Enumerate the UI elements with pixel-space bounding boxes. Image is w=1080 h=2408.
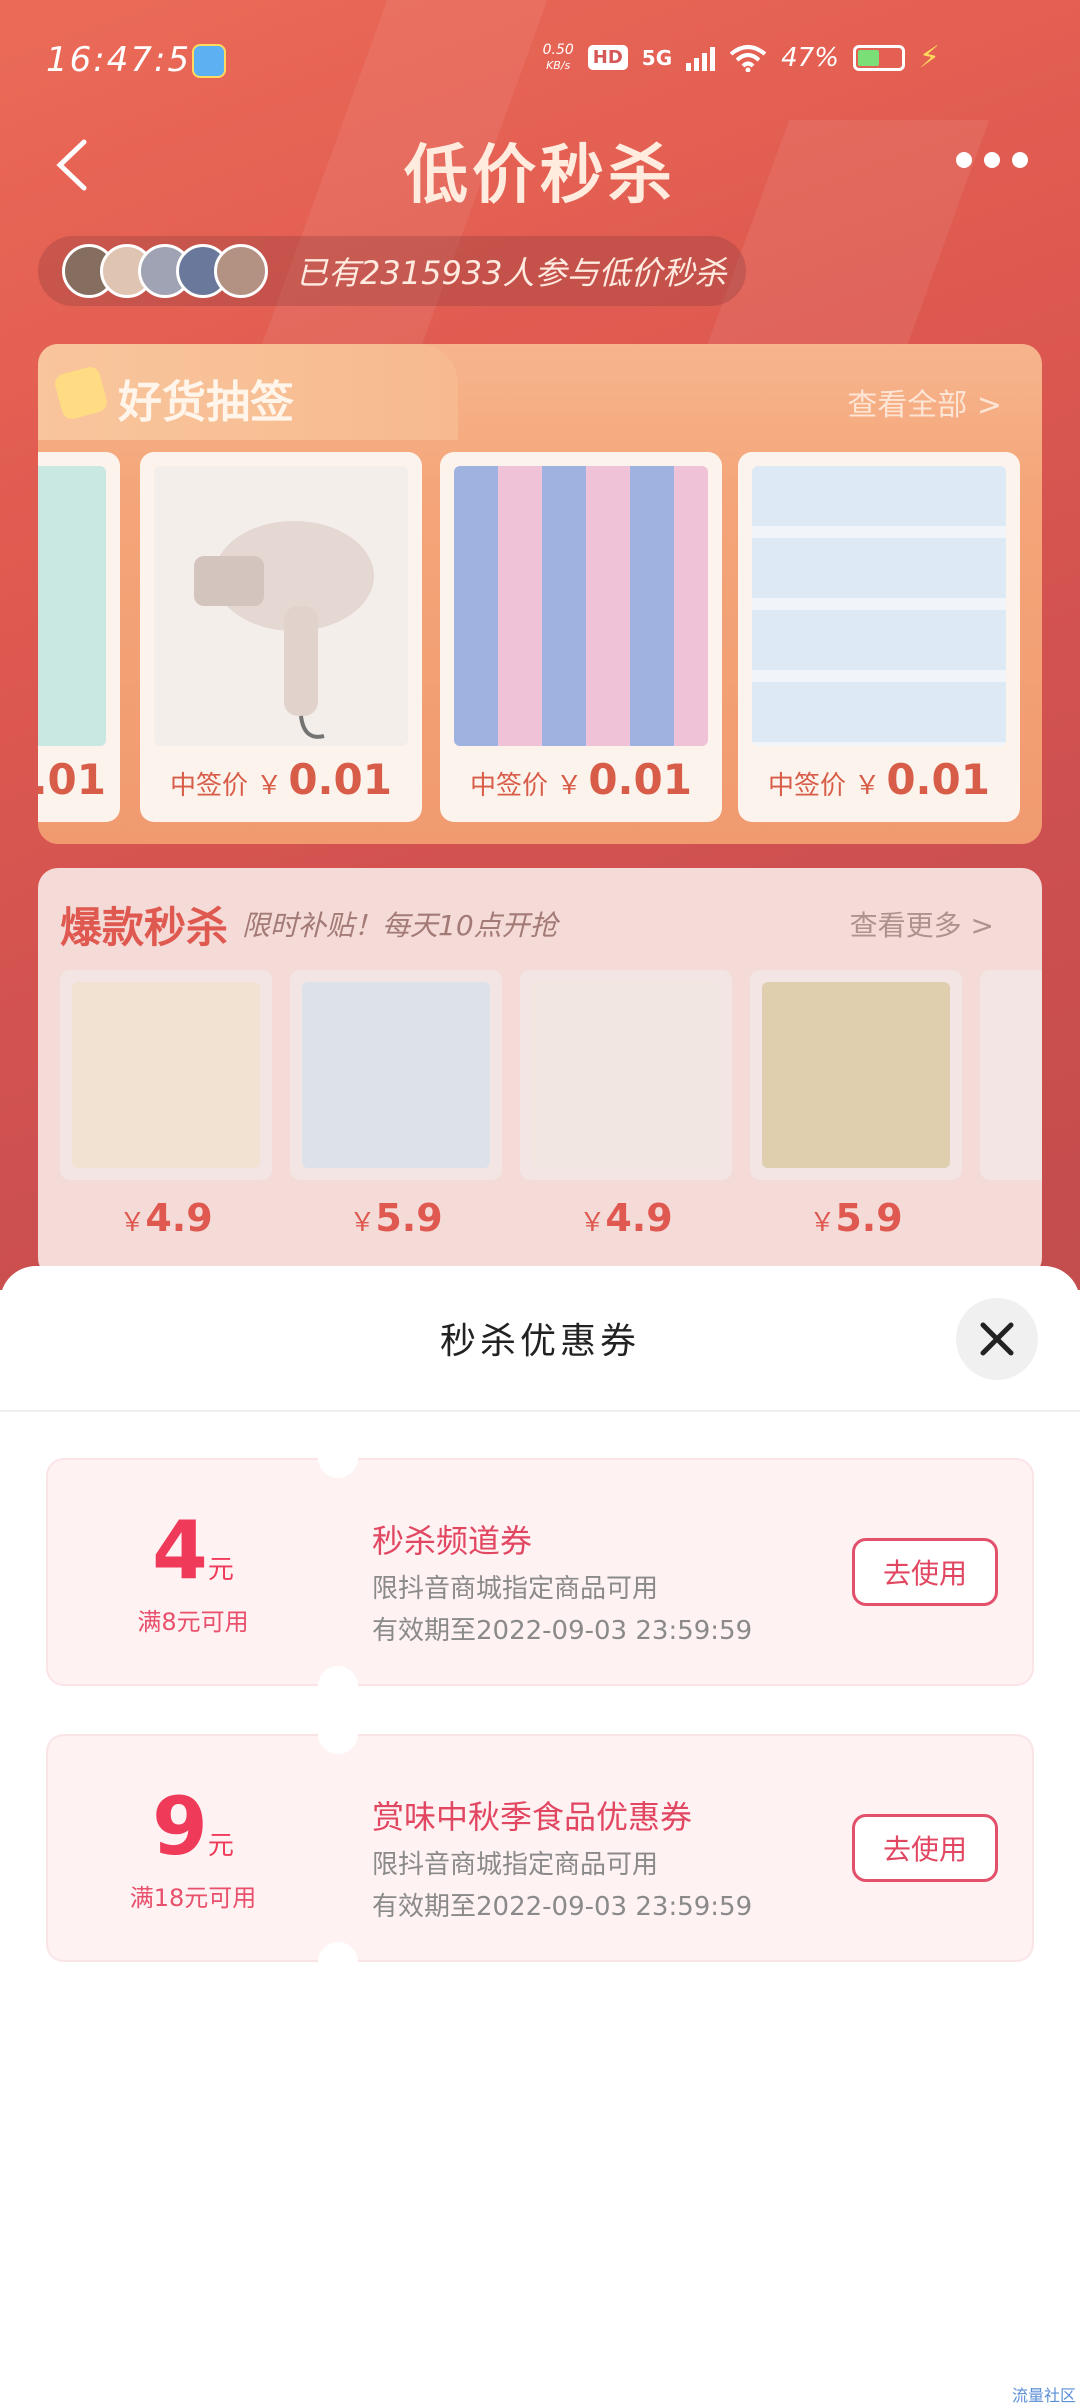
coupon-name: 赏味中秋季食品优惠券 [372,1798,693,1836]
coupon-card: 4元 满8元可用 秒杀频道券 限抖音商城指定商品可用 有效期至2022-09-0… [46,1438,1034,1706]
coupon-notch [318,1714,358,1754]
coupon-description: 限抖音商城指定商品可用 [372,1850,659,1880]
coupon-amount-unit: 元 [207,1831,234,1861]
sheet-title: 秒杀优惠券 [439,1321,640,1362]
coupon-card: 9元 满18元可用 赏味中秋季食品优惠券 限抖音商城指定商品可用 有效期至202… [46,1714,1034,1982]
coupon-name: 秒杀频道券 [372,1522,533,1560]
close-button[interactable] [956,1298,1038,1380]
coupon-amount: 4元 [48,1504,338,1597]
coupon-amount-unit: 元 [207,1555,234,1585]
coupon-expiry: 有效期至2022-09-03 23:59:59 [372,1616,753,1646]
coupon-description: 限抖音商城指定商品可用 [372,1574,659,1604]
coupon-notch [318,1666,358,1706]
use-coupon-button[interactable]: 去使用 [852,1814,998,1882]
close-icon [980,1322,1014,1356]
coupon-condition: 满18元可用 [129,1884,257,1912]
coupon-amount-value: 9 [152,1780,208,1873]
coupon-sheet: 秒杀优惠券 4元 满8元可用 秒杀频道券 限抖音商城指定商品可用 有效期至202… [0,1266,1080,2408]
coupon-amount-value: 4 [152,1504,208,1597]
modal-scrim[interactable] [0,0,1080,1290]
background-page: 16:47:50 0.50 KB/s HD 5G 47% ⚡ 低价秒杀 已有23… [0,0,1080,1290]
coupon-notch [318,1942,358,1982]
coupon-expiry: 有效期至2022-09-03 23:59:59 [372,1892,753,1922]
coupon-condition: 满8元可用 [137,1608,249,1636]
use-coupon-button[interactable]: 去使用 [852,1538,998,1606]
coupon-notch [318,1438,358,1478]
divider [0,1410,1080,1412]
coupon-amount: 9元 [48,1780,338,1873]
watermark: 流量社区 [1011,2386,1076,2405]
